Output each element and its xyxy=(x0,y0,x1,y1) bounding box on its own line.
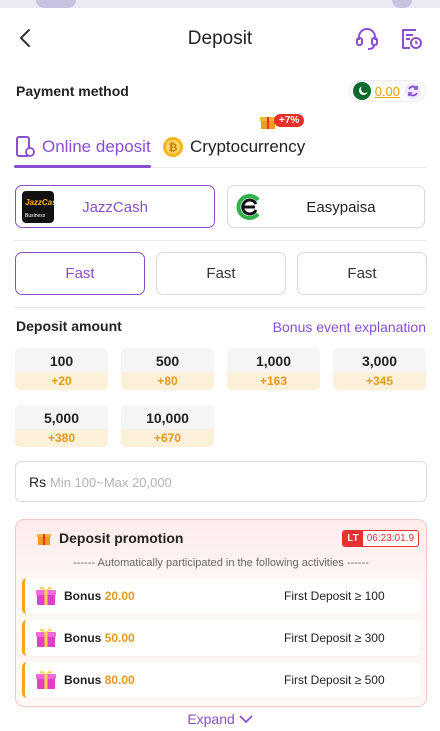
bonus-amount: 20.00 xyxy=(104,589,135,603)
chevron-down-icon xyxy=(239,715,253,724)
gift-icon xyxy=(37,534,51,545)
gift-box-icon xyxy=(36,628,56,647)
divider xyxy=(14,240,426,241)
amount-input[interactable] xyxy=(50,469,410,495)
svg-text:₿: ₿ xyxy=(169,142,178,154)
method-easypaisa[interactable]: Easypaisa xyxy=(227,185,425,228)
channel-option-3[interactable]: Fast xyxy=(297,252,427,295)
divider xyxy=(14,307,426,308)
top-strip xyxy=(0,0,440,8)
currency-label: Rs xyxy=(29,474,47,490)
tab-online-deposit[interactable]: Online deposit xyxy=(14,128,151,168)
deposit-promotion-card: Deposit promotion LT 06:23:01.9 ------ A… xyxy=(15,519,427,707)
method-name: Easypaisa xyxy=(306,199,376,216)
expand-button[interactable]: Expand xyxy=(0,711,440,727)
deposit-amount-row: Deposit amount Bonus event explanation xyxy=(16,318,426,338)
tab-label: Online deposit xyxy=(42,137,151,156)
deposit-amount-label: Deposit amount xyxy=(16,318,122,334)
deposit-history-icon[interactable] xyxy=(398,26,424,52)
promotion-title: Deposit promotion xyxy=(36,530,183,546)
phone-icon xyxy=(16,136,35,157)
header: Deposit xyxy=(0,20,440,60)
method-name: JazzCash xyxy=(82,199,148,216)
payment-method-label: Payment method xyxy=(16,83,129,99)
amount-option[interactable]: 10,000 +670 xyxy=(121,405,214,447)
channel-option-1[interactable]: Fast xyxy=(15,252,145,295)
gift-box-icon xyxy=(36,586,56,605)
bonus-condition: First Deposit ≥ 100 xyxy=(284,589,385,603)
deposit-type-tabs: Online deposit ₿ Cryptocurrency xyxy=(14,128,426,168)
payment-channels: JazzCash Business JazzCash Easypaisa xyxy=(15,185,425,228)
bonus-condition: First Deposit ≥ 300 xyxy=(284,631,385,645)
refresh-icon[interactable] xyxy=(404,82,422,100)
amount-option[interactable]: 5,000 +380 xyxy=(15,405,108,447)
timer-value: 06:23:01.9 xyxy=(362,531,418,546)
amount-option[interactable]: 100 +20 xyxy=(15,348,108,390)
gift-box-icon xyxy=(36,670,56,689)
amount-input-box: Rs xyxy=(15,461,427,502)
timer-tag: LT xyxy=(343,531,363,546)
channel-options: Fast Fast Fast xyxy=(15,252,427,295)
amount-option[interactable]: 3,000 +345 xyxy=(333,348,426,390)
tab-cryptocurrency[interactable]: ₿ Cryptocurrency xyxy=(162,128,305,166)
promotion-row: Bonus 80.00 First Deposit ≥ 500 xyxy=(22,662,420,698)
customer-service-icon[interactable] xyxy=(354,26,380,52)
balance-value: 0.00 xyxy=(374,83,400,99)
promotion-row: Bonus 50.00 First Deposit ≥ 300 xyxy=(22,620,420,656)
bonus-condition: First Deposit ≥ 500 xyxy=(284,673,385,687)
amount-option[interactable]: 1,000 +163 xyxy=(227,348,320,390)
method-jazzcash[interactable]: JazzCash Business JazzCash xyxy=(15,185,215,228)
tab-label: Cryptocurrency xyxy=(190,137,306,156)
amount-option[interactable]: 500 +80 xyxy=(121,348,214,390)
bonus-amount: 80.00 xyxy=(104,673,135,687)
crypto-bonus-badge: +7% xyxy=(274,114,305,127)
balance-pill[interactable]: 0.00 xyxy=(348,80,426,102)
promotion-row: Bonus 20.00 First Deposit ≥ 100 xyxy=(22,578,420,614)
pakistan-flag-icon xyxy=(352,82,371,100)
promotion-timer: LT 06:23:01.9 xyxy=(342,530,419,547)
promotion-subtitle: ------ Automatically participated in the… xyxy=(73,557,369,569)
bitcoin-icon: ₿ xyxy=(163,137,183,157)
bonus-explanation-link[interactable]: Bonus event explanation xyxy=(273,319,426,335)
bonus-amount: 50.00 xyxy=(104,631,135,645)
payment-method-row: Payment method 0.00 xyxy=(16,80,426,102)
channel-option-2[interactable]: Fast xyxy=(156,252,286,295)
